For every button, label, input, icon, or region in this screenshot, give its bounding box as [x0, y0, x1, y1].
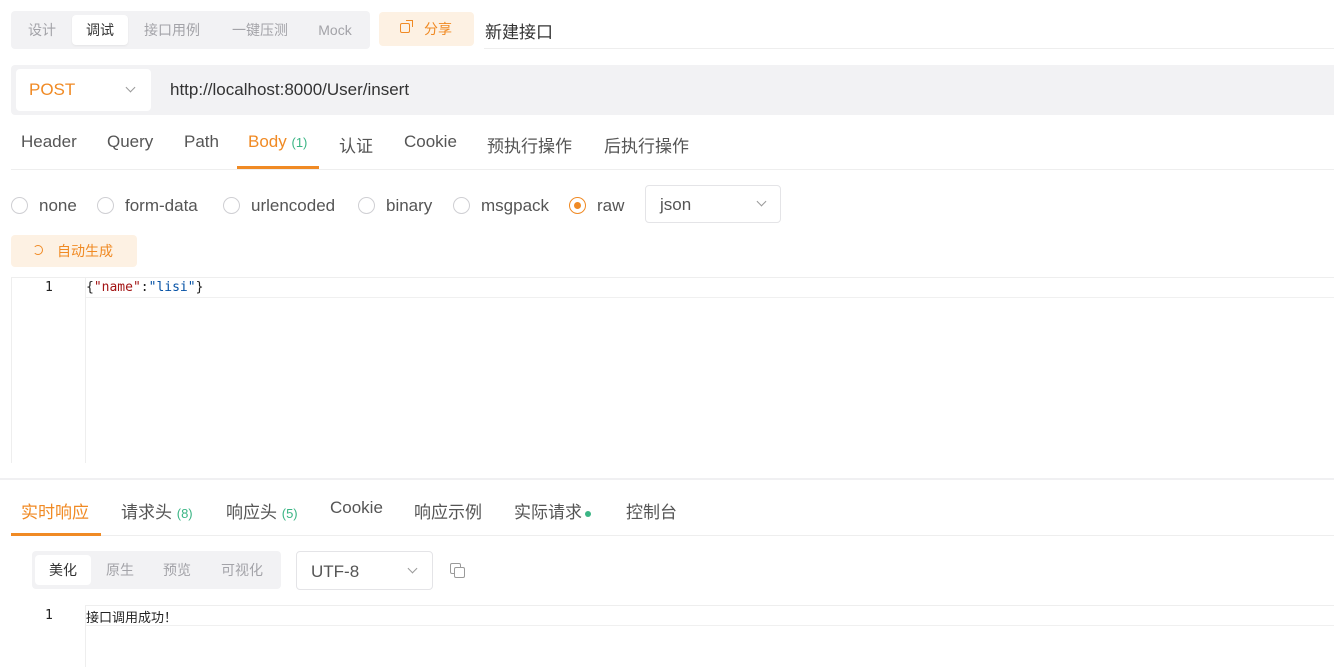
share-icon [400, 20, 413, 33]
editor-gutter-divider [85, 278, 86, 463]
chevron-down-icon [125, 82, 136, 93]
tab-count: (8) [176, 506, 193, 521]
method-select[interactable]: POST [16, 69, 151, 111]
code-editor[interactable]: {"name":"lisi"} [86, 280, 203, 295]
view-pretty[interactable]: 美化 [35, 555, 91, 585]
copy-icon-front [454, 567, 465, 578]
view-preview[interactable]: 预览 [150, 555, 204, 585]
chevron-down-icon [756, 196, 767, 207]
tab-label: 实时响应 [21, 503, 89, 522]
tab-label: 请求头 [121, 503, 172, 522]
radio-label: msgpack [481, 196, 550, 215]
tab-response-cookie[interactable]: Cookie [330, 498, 383, 518]
tab-label: 认证 [339, 137, 373, 156]
tab-label: 控制台 [626, 503, 677, 522]
code-token: "name" [93, 280, 141, 295]
tab-pre-script[interactable]: 预执行操作 [487, 132, 572, 157]
share-button[interactable]: 分享 [379, 12, 474, 46]
radio-raw[interactable] [569, 197, 586, 214]
tab-label: Cookie [404, 132, 457, 151]
mode-tabs: 设计 调试 接口用例 一键压测 Mock [11, 11, 370, 49]
tab-debug[interactable]: 调试 [72, 15, 128, 45]
tab-label: Cookie [330, 498, 383, 517]
radio-binary[interactable] [358, 197, 375, 214]
tab-response-headers[interactable]: 响应头 (5) [226, 498, 298, 523]
status-dot [585, 510, 591, 517]
tabs-divider [11, 169, 1334, 170]
tab-label: 实际请求 [514, 503, 582, 522]
line-number: 1 [45, 608, 53, 623]
tab-header[interactable]: Header [21, 132, 77, 152]
share-label: 分享 [424, 21, 452, 37]
tab-query[interactable]: Query [107, 132, 153, 152]
encoding-label: UTF-8 [311, 562, 360, 581]
copy-icon[interactable] [450, 563, 466, 579]
response-line-highlight [86, 625, 1334, 626]
code-token: { [86, 280, 94, 295]
auto-generate-button[interactable]: 自动生成 [11, 235, 137, 267]
api-name-field[interactable]: 新建接口 [485, 18, 553, 43]
radio-label: raw [597, 196, 625, 215]
tab-auth[interactable]: 认证 [339, 132, 373, 157]
encoding-select[interactable]: UTF-8 [296, 551, 433, 590]
chevron-down-icon [407, 563, 418, 574]
tab-test-cases[interactable]: 接口用例 [133, 15, 211, 45]
tab-actual-request[interactable]: 实际请求 [514, 498, 591, 523]
tab-post-script[interactable]: 后执行操作 [604, 132, 689, 157]
editor-border [11, 277, 1334, 278]
tab-label: Query [107, 132, 154, 151]
tab-count: (5) [281, 506, 298, 521]
view-mode-tabs: 美化 原生 预览 可视化 [32, 551, 281, 589]
tab-path[interactable]: Path [184, 132, 219, 152]
tab-label: Path [184, 132, 219, 151]
tab-label: Header [21, 132, 77, 151]
active-tab-indicator [11, 533, 101, 536]
tab-label: 后执行操作 [604, 137, 689, 156]
api-name-underline [484, 48, 1334, 49]
tab-load-test[interactable]: 一键压测 [220, 15, 300, 45]
tab-request-headers[interactable]: 请求头 (8) [121, 498, 193, 523]
tab-label: 响应示例 [414, 503, 482, 522]
code-token: } [195, 280, 204, 295]
radio-urlencoded[interactable] [223, 197, 240, 214]
tab-label: Body [248, 132, 287, 151]
radio-label: binary [386, 196, 433, 215]
panel-divider[interactable] [0, 478, 1334, 480]
tabs-divider [11, 535, 1334, 536]
tab-mock[interactable]: Mock [307, 15, 363, 45]
view-raw[interactable]: 原生 [93, 555, 147, 585]
editor-border [11, 278, 12, 463]
tab-response-examples[interactable]: 响应示例 [414, 498, 482, 523]
tab-cookie[interactable]: Cookie [404, 132, 457, 152]
method-label: POST [29, 80, 76, 99]
radio-msgpack[interactable] [453, 197, 470, 214]
radio-none[interactable] [11, 197, 28, 214]
tab-console[interactable]: 控制台 [626, 498, 677, 523]
raw-format-label: json [660, 195, 692, 214]
refresh-icon [33, 245, 43, 255]
active-tab-indicator [237, 166, 319, 169]
raw-format-select[interactable]: json [645, 185, 781, 223]
radio-label: form-data [125, 196, 198, 215]
radio-label: urlencoded [251, 196, 336, 215]
tab-count: (1) [291, 135, 308, 150]
radio-form-data[interactable] [97, 197, 114, 214]
tab-live-response[interactable]: 实时响应 [21, 498, 89, 523]
response-body[interactable]: 接口调用成功！ [86, 607, 177, 626]
response-border [86, 605, 1334, 606]
radio-label: none [39, 196, 77, 215]
code-token: : [140, 280, 149, 295]
tab-body[interactable]: Body (1) [248, 132, 307, 152]
tab-label: 预执行操作 [487, 137, 572, 156]
editor-line-highlight [86, 297, 1334, 298]
auto-generate-label: 自动生成 [57, 243, 113, 259]
line-number: 1 [45, 280, 53, 295]
code-token: "lisi" [148, 280, 196, 295]
tab-design[interactable]: 设计 [15, 15, 69, 45]
url-input[interactable]: http://localhost:8000/User/insert [170, 80, 409, 100]
view-visualize[interactable]: 可视化 [208, 555, 276, 585]
tab-label: 响应头 [226, 503, 277, 522]
